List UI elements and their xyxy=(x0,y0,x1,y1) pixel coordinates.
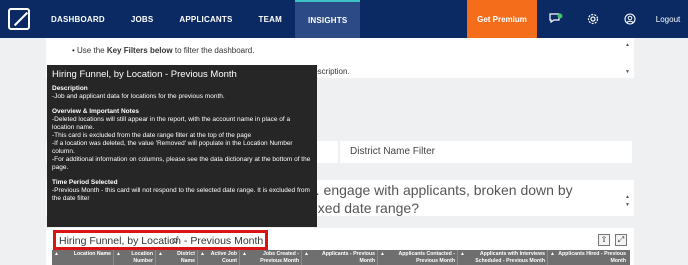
scroll-down-icon[interactable]: ▼ xyxy=(625,202,630,208)
app-logo[interactable] xyxy=(0,0,38,38)
sort-icon: ▲ xyxy=(242,251,247,257)
sort-icon: ▲ xyxy=(460,251,465,257)
hiring-funnel-table-card: Hiring Funnel, by Location - Previous Mo… xyxy=(46,228,634,265)
column-header[interactable]: ▲ Applicants Contacted - Previous Month xyxy=(378,250,458,265)
column-header[interactable]: ▲ Applicants Hired - Previous Month xyxy=(548,250,628,265)
sort-icon: ▲ xyxy=(116,251,121,257)
column-header[interactable]: ▲ District Name xyxy=(156,250,198,265)
sort-icon: ▲ xyxy=(550,251,555,257)
sort-icon: ▲ xyxy=(158,251,163,257)
nav-team[interactable]: TEAM xyxy=(246,0,295,38)
tooltip-line: -Previous Month - this card will not res… xyxy=(52,187,310,202)
tooltip-heading: Description xyxy=(52,85,88,92)
scroll-up-icon[interactable]: ▲ xyxy=(625,194,630,200)
scroll-up-icon[interactable]: ▲ xyxy=(625,42,630,48)
chat-icon[interactable] xyxy=(537,0,574,38)
gear-icon[interactable] xyxy=(574,0,611,38)
tooltip-line: -This card is excluded from the date ran… xyxy=(52,132,252,139)
sort-icon: ▲ xyxy=(54,251,59,257)
tooltip-heading: Overview & Important Notes xyxy=(52,108,140,115)
text-cursor-icon: ⅆ xyxy=(172,235,179,245)
table-title-highlight: Hiring Funnel, by Location - Previous Mo… xyxy=(53,230,268,250)
get-premium-button[interactable]: Get Premium xyxy=(467,0,537,38)
intro-bullet: • Use the Key Filters below to filter th… xyxy=(72,46,255,55)
district-name-filter[interactable]: District Name Filter xyxy=(340,141,632,163)
column-header[interactable]: ▲ Applicants with Interviews Scheduled - … xyxy=(458,250,548,265)
tooltip-line: -If a location was deleted, the value 'R… xyxy=(52,140,293,155)
top-nav: DASHBOARD JOBS APPLICANTS TEAM INSIGHTS … xyxy=(0,0,688,38)
tooltip-title: Hiring Funnel, by Location - Previous Mo… xyxy=(52,69,237,80)
scroll-down-icon[interactable]: ▼ xyxy=(625,69,630,75)
tooltip-heading: Time Period Selected xyxy=(52,179,118,186)
export-icon[interactable]: ⇧ xyxy=(598,234,610,246)
column-header[interactable]: ▲ Location Number xyxy=(114,250,156,265)
nav-insights[interactable]: INSIGHTS xyxy=(295,0,361,38)
column-header[interactable]: ▲ Applicants - Previous Month xyxy=(302,250,378,265)
user-icon[interactable] xyxy=(611,0,648,38)
nav-dashboard[interactable]: DASHBOARD xyxy=(38,0,118,38)
district-filter-label: District Name Filter xyxy=(350,146,436,157)
table-title[interactable]: Hiring Funnel, by Location - Previous Mo… xyxy=(59,235,263,247)
logout-link[interactable]: Logout xyxy=(648,0,688,38)
nav-jobs[interactable]: JOBS xyxy=(118,0,167,38)
sort-icon: ▲ xyxy=(200,251,205,257)
nav-applicants[interactable]: APPLICANTS xyxy=(166,0,245,38)
table-header-row: ▲ Location Name ▲ Location Number ▲ Distric… xyxy=(52,250,630,265)
expand-icon[interactable]: ⤢ xyxy=(615,234,627,246)
sort-icon: ▲ xyxy=(304,251,309,257)
column-header[interactable]: ▲ Active Job Count xyxy=(198,250,240,265)
tooltip-line: -Job and applicant data for locations fo… xyxy=(52,93,225,100)
logo-icon xyxy=(8,8,30,30)
question-line-1: ... engage with applicants, broken down … xyxy=(308,182,573,198)
column-header[interactable]: ▲ Location Name xyxy=(52,250,114,265)
column-header[interactable]: ▲ Jobs Created - Previous Month xyxy=(240,250,302,265)
tooltip-line: -Deleted locations will still appear in … xyxy=(52,116,291,131)
card-info-tooltip: Hiring Funnel, by Location - Previous Mo… xyxy=(47,65,317,227)
tooltip-line: -For additional information on columns, … xyxy=(52,156,311,171)
sort-icon: ▲ xyxy=(380,251,385,257)
